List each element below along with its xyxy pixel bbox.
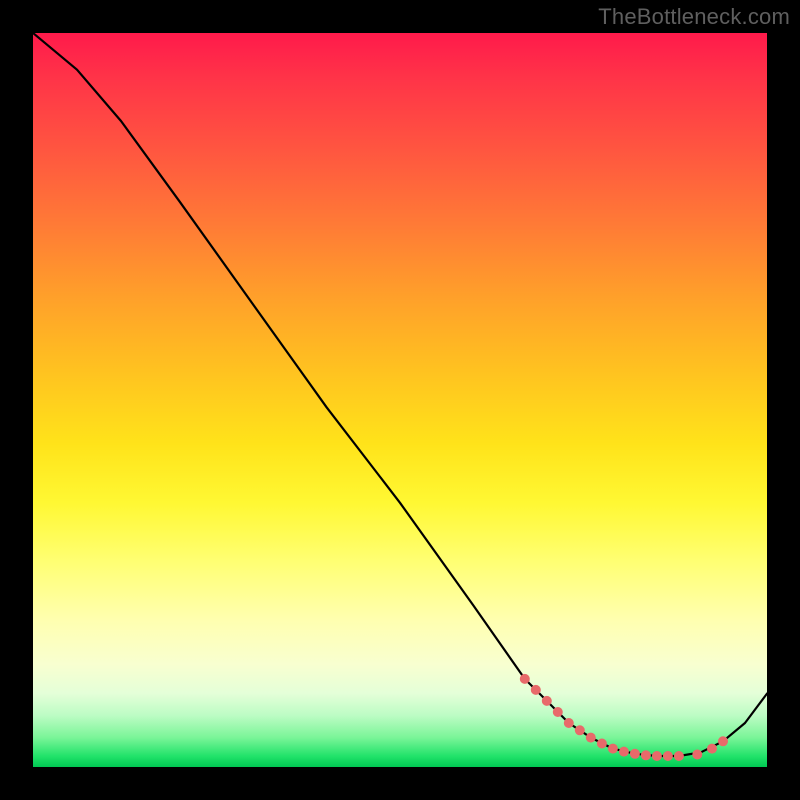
highlight-dot	[608, 744, 618, 754]
highlight-dot	[586, 733, 596, 743]
highlight-dot	[718, 736, 728, 746]
highlight-dot	[520, 674, 530, 684]
highlight-dot	[575, 725, 585, 735]
highlight-dot	[674, 751, 684, 761]
highlight-dot	[663, 751, 673, 761]
watermark-text: TheBottleneck.com	[598, 4, 790, 30]
highlight-dot	[692, 750, 702, 760]
curve-layer	[33, 33, 767, 767]
chart-frame: TheBottleneck.com	[0, 0, 800, 800]
highlight-dot	[707, 744, 717, 754]
highlight-dot	[652, 751, 662, 761]
highlight-dot	[630, 749, 640, 759]
highlight-dots	[520, 674, 728, 761]
highlight-dot	[553, 707, 563, 717]
highlight-dot	[564, 718, 574, 728]
highlight-dot	[531, 685, 541, 695]
main-curve	[33, 33, 767, 756]
highlight-dot	[542, 696, 552, 706]
highlight-dot	[641, 750, 651, 760]
highlight-dot	[619, 747, 629, 757]
highlight-dot	[597, 739, 607, 749]
